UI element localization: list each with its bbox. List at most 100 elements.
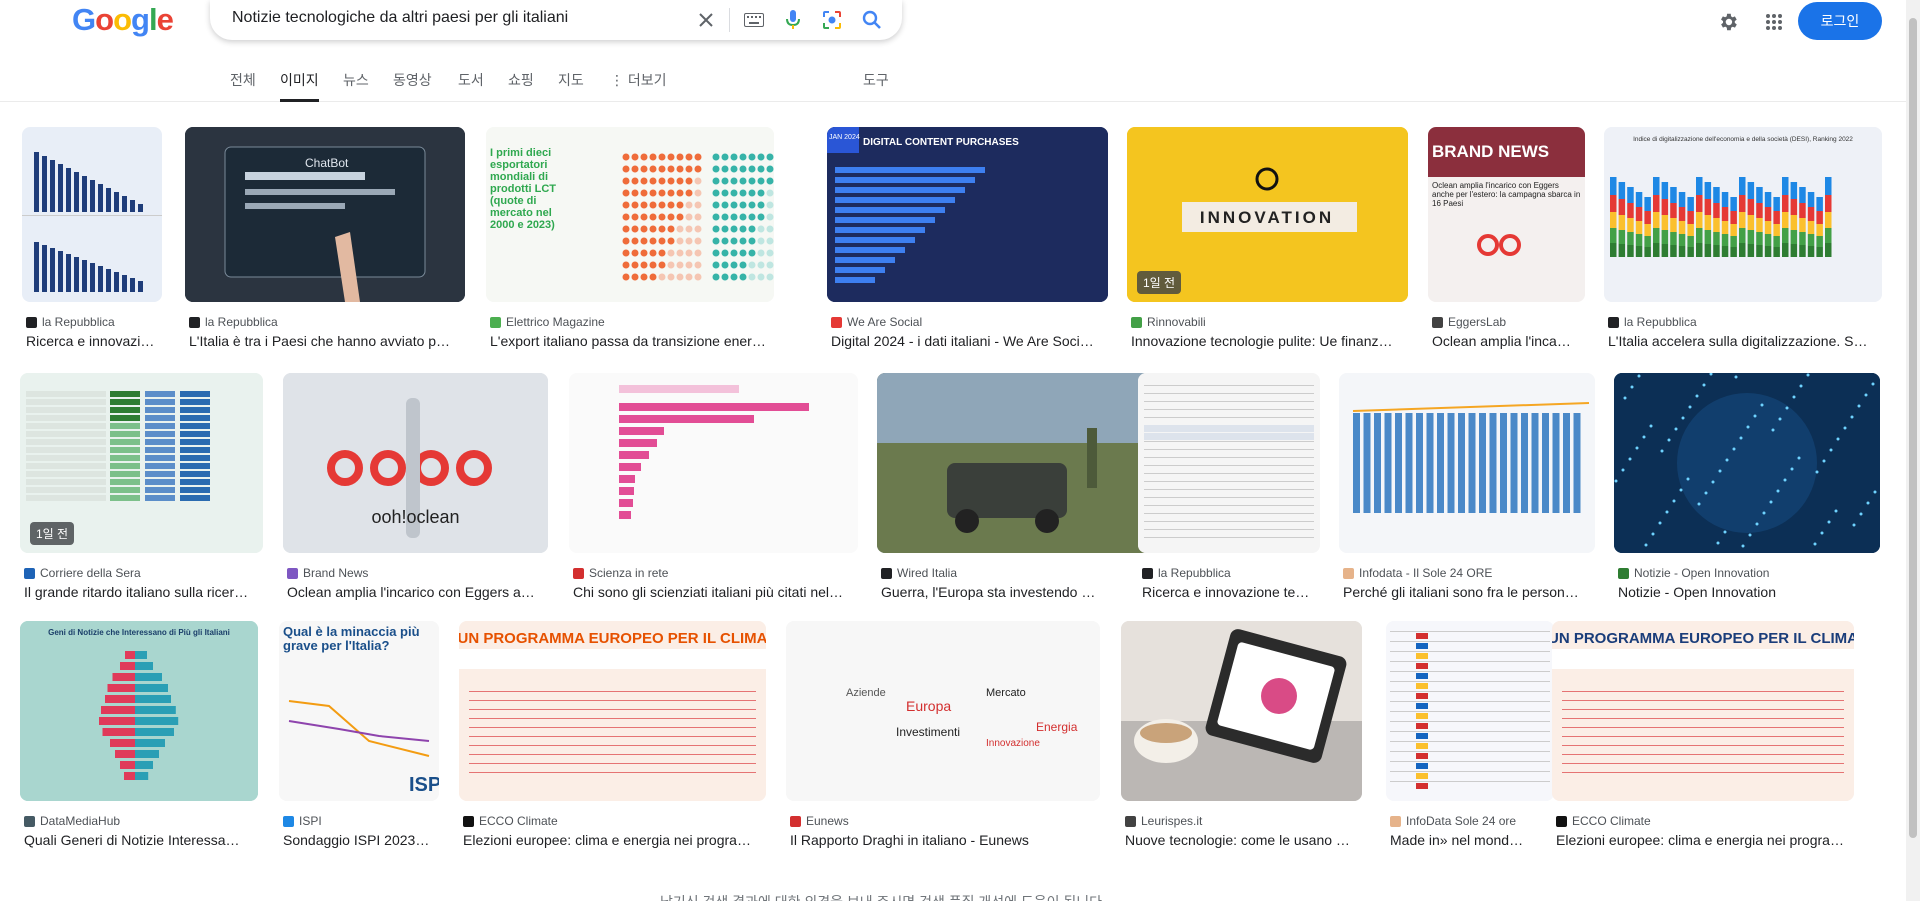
source-favicon-icon [283,815,294,827]
tab-all[interactable]: 전체 [230,70,256,102]
tab-more[interactable]: ⋮ 더보기 [610,70,667,102]
search-input[interactable]: Notizie tecnologiche da altri paesi per … [232,9,568,27]
result-source[interactable]: DataMediaHub [24,814,254,828]
result-source[interactable]: ISPI [283,814,435,828]
result-thumbnail[interactable] [22,127,162,302]
search-icon[interactable] [858,6,886,34]
result-thumbnail[interactable]: UN PROGRAMMA EUROPEO PER IL CLIMA [459,621,766,801]
result-title[interactable]: L'Italia è tra i Paesi che hanno avviato… [189,333,461,349]
google-logo[interactable]: Google [72,4,174,36]
result-title[interactable]: Ricerca e innovazione te… [1142,584,1316,600]
result-thumbnail[interactable]: BRAND NEWS Oclean amplia l'incarico con E… [1428,127,1585,302]
result-source[interactable]: We Are Social [831,315,1104,329]
scrollbar-thumb[interactable] [1909,18,1917,838]
result-thumbnail[interactable]: 1일 전 [20,373,263,553]
result-thumbnail[interactable]: ChatBot [185,127,465,302]
result-source[interactable]: Brand News [287,566,544,580]
source-favicon-icon [1125,815,1136,827]
camera-lens-icon[interactable] [818,6,846,34]
tab-books[interactable]: 도서 [458,70,484,102]
source-name: Brand News [303,566,369,580]
thumb-word: Europa [906,698,951,714]
tab-maps[interactable]: 지도 [558,70,584,102]
thumb-word: Investimenti [896,725,960,739]
result-thumbnail[interactable] [877,373,1152,553]
result-source[interactable]: Infodata - Il Sole 24 ORE [1343,566,1591,580]
result-source[interactable]: EggersLab [1432,315,1581,329]
thumb-text: UN PROGRAMMA EUROPEO PER IL CLIMA [1552,630,1854,647]
result-thumbnail[interactable]: ooh!oclean [283,373,548,553]
result-source[interactable]: Scienza in rete [573,566,854,580]
keyboard-icon[interactable] [740,6,768,34]
thumb-text: ISPI [409,774,439,796]
result-source[interactable]: ECCO Climate [463,814,762,828]
gear-icon[interactable] [1712,6,1744,38]
result-title[interactable]: Oclean amplia l'inca… [1432,333,1581,349]
result-thumbnail[interactable] [569,373,858,553]
tab-shopping[interactable]: 쇼핑 [508,70,534,102]
tab-videos[interactable]: 동영상 [393,70,432,102]
result-thumbnail[interactable] [1614,373,1880,553]
result-title[interactable]: Chi sono gli scienziati italiani più cit… [573,584,854,600]
result-title[interactable]: Sondaggio ISPI 2023… [283,832,435,848]
result-source[interactable]: ECCO Climate [1556,814,1850,828]
result-thumbnail[interactable] [1138,373,1320,553]
search-box[interactable]: Notizie tecnologiche da altri paesi per … [210,0,902,40]
result-source[interactable]: Notizie - Open Innovation [1618,566,1876,580]
result-title[interactable]: L'export italiano passa da transizione e… [490,333,770,349]
source-favicon-icon [24,815,35,827]
result-source[interactable]: Corriere della Sera [24,566,259,580]
result-title[interactable]: Guerra, l'Europa sta investendo … [881,584,1148,600]
result-source[interactable]: Eunews [790,814,1096,828]
result-title[interactable]: Quali Generi di Notizie Interessa… [24,832,254,848]
source-name: Infodata - Il Sole 24 ORE [1359,566,1493,580]
result-thumbnail[interactable]: Europa Mercato Energia Investimenti Aziende I… [786,621,1100,801]
login-button[interactable]: 로그인 [1798,2,1882,40]
result-thumbnail[interactable]: Indice di digitalizzazione dell'economia… [1604,127,1882,302]
result-title[interactable]: Il Rapporto Draghi in italiano - Eunews [790,832,1096,848]
result-thumbnail[interactable] [1386,621,1554,801]
result-source[interactable]: Wired Italia [881,566,1148,580]
tab-tools[interactable]: 도구 [863,70,889,102]
result-title[interactable]: Elezioni europee: clima e energia nei pr… [463,832,762,848]
source-name: Leurispes.it [1141,814,1203,828]
result-title[interactable]: L'Italia accelera sulla digitalizzazione… [1608,333,1878,349]
result-title[interactable]: Ricerca e innovazi… [26,333,158,349]
thumb-text: BRAND NEWS [1432,142,1549,161]
result-title[interactable]: Perché gli italiani sono fra le person… [1343,584,1591,600]
result-title[interactable]: Made in» nel mond… [1390,832,1550,848]
result-source[interactable]: InfoData Sole 24 ore [1390,814,1550,828]
result-source[interactable]: Rinnovabili [1131,315,1404,329]
microphone-icon[interactable] [779,6,807,34]
source-favicon-icon [1131,316,1142,328]
result-source[interactable]: Leurispes.it [1125,814,1358,828]
result-thumbnail[interactable]: INNOVATION 1일 전 [1127,127,1408,302]
source-name: la Repubblica [205,315,278,329]
result-thumbnail[interactable]: Geni di Notizie che Interessano di Più g… [20,621,258,801]
result-title[interactable]: Elezioni europee: clima e energia nei pr… [1556,832,1850,848]
result-source[interactable]: la Repubblica [189,315,461,329]
tab-images[interactable]: 이미지 [280,70,319,102]
result-thumbnail[interactable]: JAN 2024 DIGITAL CONTENT PURCHASES [827,127,1108,302]
thumb-text: Oclean amplia l'incarico con Eggers anch… [1432,181,1581,208]
result-title[interactable]: Il grande ritardo italiano sulla ricer… [24,584,259,600]
result-source[interactable]: la Repubblica [1142,566,1316,580]
result-title[interactable]: Innovazione tecnologie pulite: Ue finanz… [1131,333,1404,349]
result-title[interactable]: Nuove tecnologie: come le usano … [1125,832,1358,848]
result-source[interactable]: Elettrico Magazine [490,315,770,329]
tab-news[interactable]: 뉴스 [343,70,369,102]
result-title[interactable]: Oclean amplia l'incarico con Eggers a… [287,584,544,600]
result-title[interactable]: Notizie - Open Innovation [1618,584,1876,600]
result-source[interactable]: la Repubblica [1608,315,1878,329]
clear-icon[interactable] [692,6,720,34]
result-thumbnail[interactable]: UN PROGRAMMA EUROPEO PER IL CLIMA [1552,621,1854,801]
result-title[interactable]: Digital 2024 - i dati italiani - We Are … [831,333,1104,349]
result-thumbnail[interactable] [1121,621,1362,801]
source-name: ISPI [299,814,322,828]
source-name: la Repubblica [1158,566,1231,580]
apps-grid-icon[interactable] [1758,6,1790,38]
result-thumbnail[interactable] [1339,373,1595,553]
result-thumbnail[interactable]: Qual è la minaccia più grave per l'Itali… [279,621,439,801]
result-thumbnail[interactable]: I primi dieci esportatori mondiali di pr… [486,127,774,302]
result-source[interactable]: la Repubblica [26,315,158,329]
